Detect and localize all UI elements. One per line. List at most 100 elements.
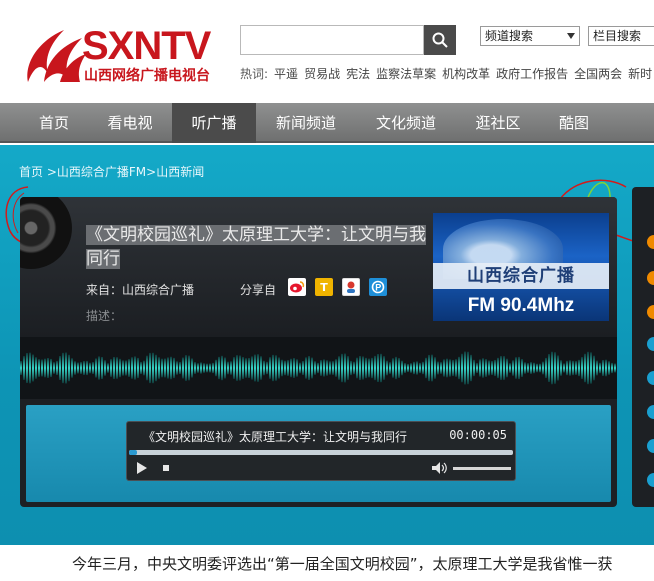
waveform-bar bbox=[26, 353, 28, 383]
waveform-bar bbox=[257, 354, 259, 382]
waveform-bar bbox=[59, 356, 61, 380]
waveform-bar bbox=[110, 359, 112, 377]
waveform-bar bbox=[80, 362, 82, 374]
nav-item-community[interactable]: 逛社区 bbox=[462, 103, 534, 143]
waveform-bar bbox=[44, 358, 46, 378]
waveform-bar bbox=[524, 362, 526, 374]
nav-item-news[interactable]: 新闻频道 bbox=[262, 103, 350, 143]
waveform-bar bbox=[38, 359, 40, 377]
hot-word[interactable]: 平遥 bbox=[274, 67, 298, 81]
tencent-icon[interactable]: T bbox=[315, 278, 333, 296]
waveform-bar bbox=[272, 354, 274, 382]
search-button[interactable] bbox=[424, 25, 456, 55]
program-title: 《文明校园巡礼》太原理工大学：让文明与我同行 bbox=[86, 223, 436, 271]
waveform-bar bbox=[518, 356, 520, 380]
waveform-bar bbox=[170, 356, 172, 380]
waveform-bar bbox=[185, 355, 187, 381]
breadcrumb: 首页 >山西综合广播FM>山西新闻 bbox=[19, 163, 204, 180]
renren-icon[interactable] bbox=[342, 278, 360, 296]
waveform-bar bbox=[614, 363, 616, 373]
waveform-bar bbox=[461, 353, 463, 383]
side-item-dot[interactable] bbox=[647, 439, 654, 453]
stop-icon[interactable] bbox=[163, 465, 169, 471]
waveform-bar bbox=[545, 357, 547, 379]
weibo-icon[interactable] bbox=[288, 278, 306, 296]
waveform-bar bbox=[260, 356, 262, 380]
play-icon[interactable] bbox=[137, 462, 147, 474]
hot-word[interactable]: 贸易战 bbox=[304, 67, 340, 81]
hot-word[interactable]: 全国两会 bbox=[574, 67, 622, 81]
nav-item-tv[interactable]: 看电视 bbox=[90, 103, 170, 143]
waveform-bar bbox=[362, 356, 364, 380]
waveform-bar bbox=[578, 359, 580, 377]
progress-bar[interactable] bbox=[129, 450, 513, 455]
track-time: 00:00:05 bbox=[449, 428, 507, 442]
waveform-bar bbox=[95, 358, 97, 378]
article-body: 今年三月，中央文明委评选出“第一届全国文明校园”，太原理工大学是我省惟一获 bbox=[0, 545, 654, 581]
sxntv-logo[interactable]: SXNTV 山西网络广播电视台 bbox=[20, 22, 220, 86]
waveform-bar bbox=[539, 363, 541, 373]
waveform-bar bbox=[590, 352, 592, 384]
share-label: 分享自 bbox=[240, 283, 277, 297]
column-search-select[interactable]: 栏目搜索 bbox=[588, 26, 654, 46]
waveform-bar bbox=[254, 354, 256, 382]
waveform-bar bbox=[593, 355, 595, 381]
channel-search-select[interactable]: 频道搜索 bbox=[480, 26, 580, 46]
side-item-dot[interactable] bbox=[647, 337, 654, 351]
waveform-bar bbox=[188, 355, 190, 381]
hot-word[interactable]: 政府工作报告 bbox=[496, 67, 568, 81]
nav-item-culture[interactable]: 文化频道 bbox=[362, 103, 450, 143]
waveform-bar bbox=[449, 359, 451, 377]
waveform-bar bbox=[359, 355, 361, 381]
nav-item-home[interactable]: 首页 bbox=[22, 103, 86, 143]
waveform-bar bbox=[116, 357, 118, 379]
side-item-dot[interactable] bbox=[647, 305, 654, 319]
speaker-icon bbox=[20, 197, 72, 269]
breadcrumb-home[interactable]: 首页 bbox=[19, 165, 43, 179]
waveform-bar bbox=[485, 359, 487, 377]
search-input[interactable] bbox=[240, 25, 424, 55]
logo-subtitle: 山西网络广播电视台 bbox=[84, 68, 210, 84]
waveform-bar bbox=[266, 361, 268, 375]
breadcrumb-news[interactable]: 山西新闻 bbox=[156, 165, 204, 179]
waveform-bar bbox=[377, 354, 379, 382]
waveform-bar bbox=[320, 360, 322, 376]
waveform-bar bbox=[473, 359, 475, 377]
waveform-bar bbox=[497, 357, 499, 379]
volume-icon[interactable] bbox=[432, 462, 448, 474]
waveform-bar bbox=[263, 360, 265, 376]
side-item-dot[interactable] bbox=[647, 271, 654, 285]
waveform-bar bbox=[215, 359, 217, 377]
waveform-bar bbox=[269, 357, 271, 379]
nav-item-radio[interactable]: 听广播 bbox=[172, 103, 256, 143]
side-item-dot[interactable] bbox=[647, 371, 654, 385]
hot-word[interactable]: 监察法草案 bbox=[376, 67, 436, 81]
waveform-bar bbox=[62, 352, 64, 384]
breadcrumb-station[interactable]: 山西综合广播FM bbox=[57, 165, 146, 179]
kaixin-icon[interactable]: P bbox=[369, 278, 387, 296]
waveform-bar bbox=[389, 362, 391, 374]
waveform-bar bbox=[542, 361, 544, 375]
article-paragraph: 今年三月，中央文明委评选出“第一届全国文明校园”，太原理工大学是我省惟一获 bbox=[72, 555, 613, 573]
waveform-bar bbox=[308, 356, 310, 380]
waveform-bar bbox=[383, 356, 385, 380]
waveform-bar bbox=[560, 360, 562, 376]
waveform-bar bbox=[68, 354, 70, 382]
nav-item-pictures[interactable]: 酷图 bbox=[546, 103, 602, 143]
waveform-bar bbox=[248, 357, 250, 379]
hot-word[interactable]: 机构改革 bbox=[442, 67, 490, 81]
hot-word[interactable]: 宪法 bbox=[346, 67, 370, 81]
waveform-bar bbox=[107, 363, 109, 373]
side-item-dot[interactable] bbox=[647, 235, 654, 249]
waveform-bar bbox=[599, 362, 601, 374]
waveform-bar bbox=[281, 359, 283, 377]
program-info-panel: 《文明校园巡礼》太原理工大学：让文明与我同行 来自：山西综合广播 分享自 T P… bbox=[20, 197, 617, 337]
waveform-bar bbox=[521, 359, 523, 377]
side-item-dot[interactable] bbox=[647, 473, 654, 487]
hot-word[interactable]: 新时 bbox=[628, 67, 652, 81]
waveform-bar bbox=[50, 358, 52, 378]
volume-slider[interactable] bbox=[453, 467, 511, 470]
waveform-bar bbox=[467, 351, 469, 385]
station-name: 山西综合广播 bbox=[433, 263, 609, 289]
side-item-dot[interactable] bbox=[647, 405, 654, 419]
